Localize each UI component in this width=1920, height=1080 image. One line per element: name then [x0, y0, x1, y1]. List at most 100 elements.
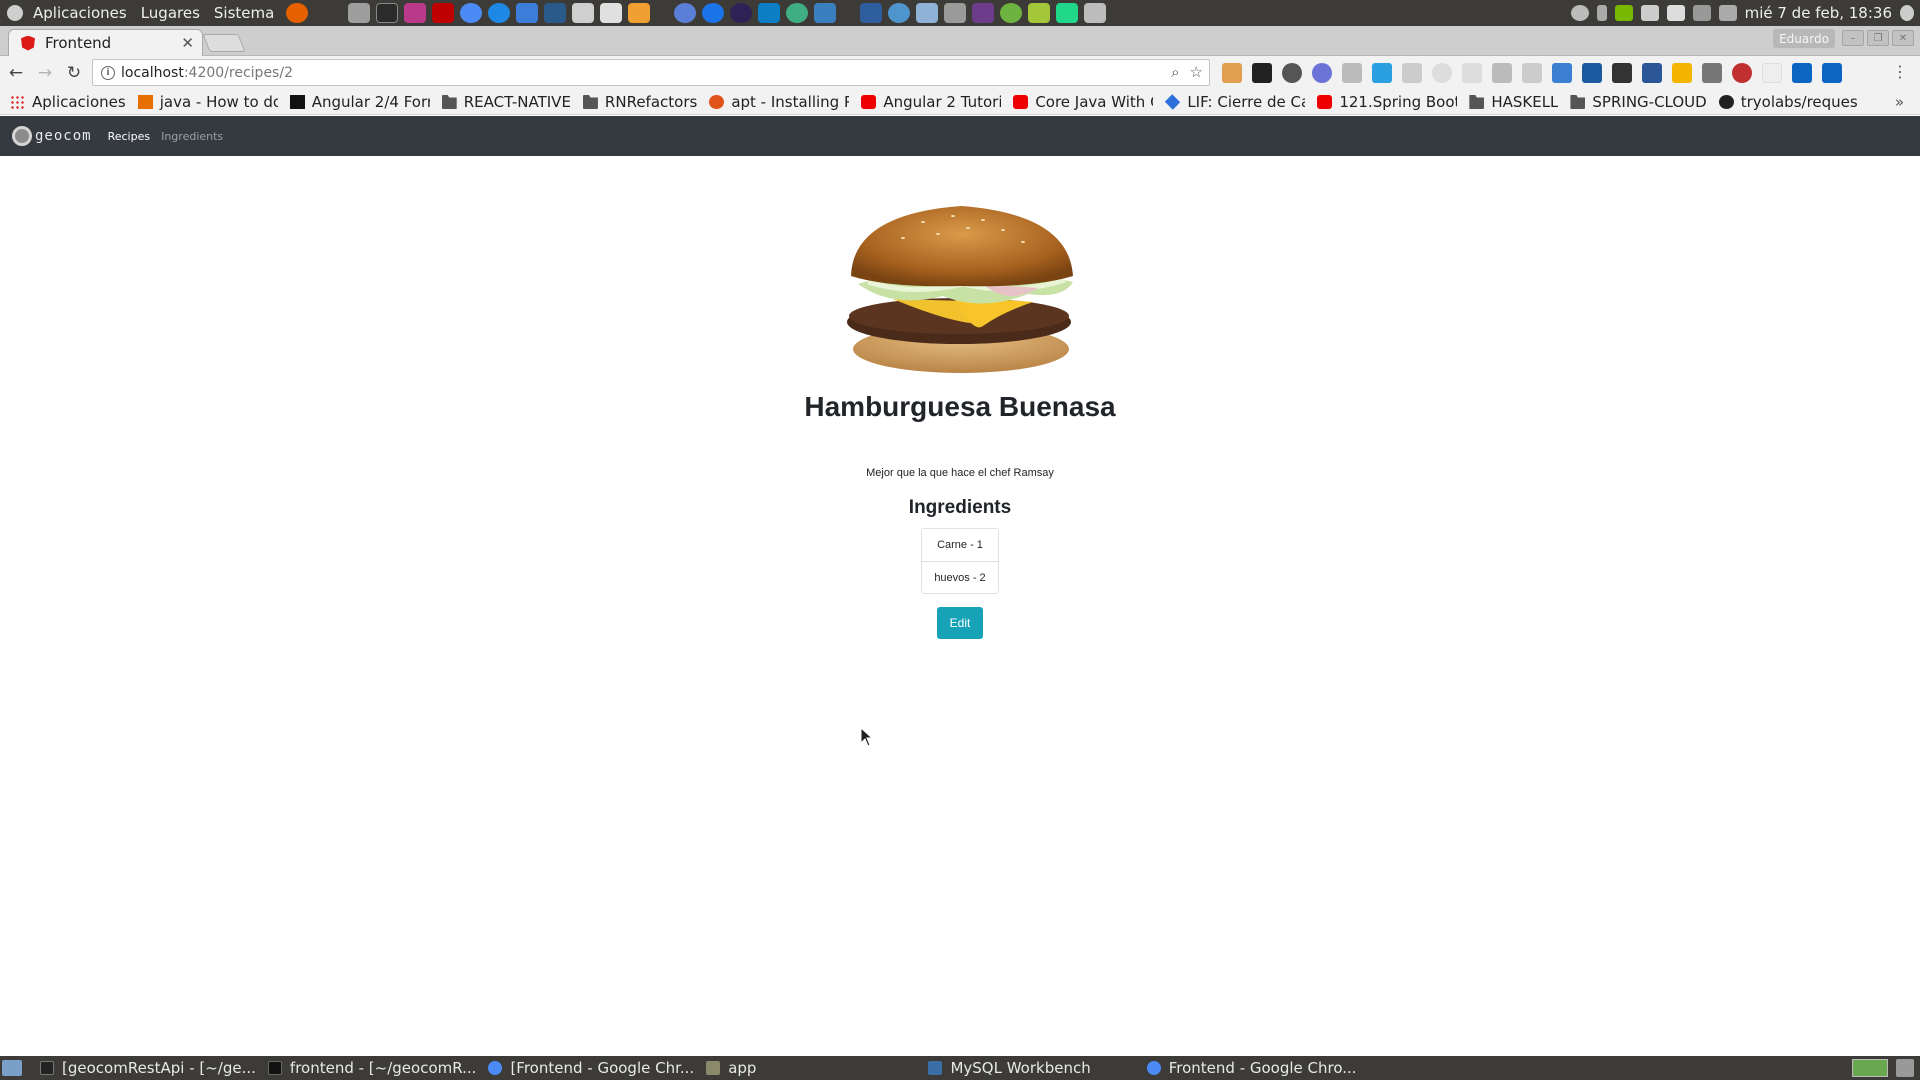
chrome-menu-icon[interactable]: ⋮ [1892, 62, 1908, 81]
pycharm-launcher-icon[interactable] [1056, 3, 1079, 23]
battery-icon[interactable] [1718, 5, 1737, 21]
taskbar-item[interactable]: frontend - [~/geocomR... [267, 1059, 476, 1077]
intellij-launcher-icon[interactable] [404, 3, 427, 23]
back-arrow-icon[interactable]: ← [3, 60, 29, 86]
extension-icon[interactable] [1222, 63, 1242, 83]
bookmark-item[interactable]: SPRING-CLOUD [1570, 93, 1707, 111]
menu-aplicaciones[interactable]: Aplicaciones [33, 4, 127, 22]
extension-icon[interactable] [1492, 63, 1512, 83]
extension-icon[interactable] [1522, 63, 1542, 83]
zoom-icon[interactable]: ⌕ [1171, 63, 1179, 81]
extension-icon[interactable] [1342, 63, 1362, 83]
network-launcher-icon[interactable] [916, 3, 939, 23]
phpstorm-launcher-icon[interactable] [972, 3, 995, 23]
screenshot-launcher-icon[interactable] [572, 3, 595, 23]
vscode-launcher-icon[interactable] [860, 3, 883, 23]
maximize-button[interactable]: ❐ [1867, 30, 1889, 46]
bookmark-item[interactable]: 121.Spring Boot [1317, 93, 1457, 111]
bookmark-item[interactable]: RNRefactors [582, 93, 697, 111]
extension-icon[interactable] [1582, 63, 1602, 83]
taskbar-item[interactable]: [Frontend - Google Chr... [488, 1059, 694, 1077]
wifi-icon[interactable] [1640, 5, 1659, 21]
forward-arrow-icon[interactable]: → [32, 60, 58, 86]
bookmark-item[interactable]: Aplicaciones [0, 93, 126, 111]
bookmark-item[interactable]: LIF: Cierre de Ca [1165, 93, 1305, 111]
workspace-switcher[interactable] [1852, 1059, 1888, 1077]
extension-icon[interactable] [1432, 63, 1452, 83]
android-launcher-icon[interactable] [1028, 3, 1051, 23]
monitor-launcher-icon[interactable] [814, 3, 837, 23]
eclipse-launcher-icon[interactable] [730, 3, 753, 23]
brand-logo[interactable]: geocom [12, 126, 92, 146]
nav-link-recipes[interactable]: Recipes [108, 130, 151, 143]
feather-launcher-icon[interactable] [944, 3, 967, 23]
extension-icon[interactable] [1402, 63, 1422, 83]
extension-icon[interactable] [1372, 63, 1392, 83]
bookmark-item[interactable]: REACT-NATIVE [441, 93, 571, 111]
reload-icon[interactable]: ↻ [61, 60, 87, 86]
menu-sistema[interactable]: Sistema [214, 4, 274, 22]
extension-icon[interactable] [1552, 63, 1572, 83]
screen-launcher-icon[interactable] [1084, 3, 1107, 23]
extension-icon[interactable] [1702, 63, 1722, 83]
settings-icon[interactable] [1666, 5, 1685, 21]
firefox-launcher-icon[interactable] [286, 3, 309, 23]
nav-link-ingredients[interactable]: Ingredients [161, 130, 223, 143]
extension-icon[interactable] [1672, 63, 1692, 83]
ubuntu-logo-icon[interactable] [7, 5, 23, 21]
bookmark-item[interactable]: Angular 2 Tutori [861, 93, 1001, 111]
extension-icon[interactable] [1612, 63, 1632, 83]
site-info-icon[interactable]: i [101, 65, 115, 80]
menu-lugares[interactable]: Lugares [141, 4, 200, 22]
bookmark-item[interactable]: java - How to do [137, 93, 278, 111]
profile-button[interactable]: Eduardo [1773, 29, 1835, 48]
extension-icon[interactable] [1462, 63, 1482, 83]
bluetooth-icon[interactable] [1596, 5, 1607, 21]
trash-icon[interactable] [1896, 1059, 1914, 1077]
bookmark-star-icon[interactable]: ☆ [1190, 63, 1203, 81]
volume-icon[interactable] [1692, 5, 1711, 21]
linkedin-icon[interactable] [1822, 63, 1842, 83]
show-desktop-icon[interactable] [2, 1060, 22, 1076]
extension-icon[interactable] [1732, 63, 1752, 83]
files-launcher-icon[interactable] [348, 3, 371, 23]
tab-close-icon[interactable]: ✕ [181, 34, 194, 52]
bookmark-item[interactable]: HASKELL [1469, 93, 1558, 111]
atom-launcher-icon[interactable] [786, 3, 809, 23]
clock[interactable]: mié 7 de feb, 18:36 [1745, 4, 1892, 22]
address-bar[interactable]: i localhost:4200/recipes/2 ⌕ ☆ [92, 59, 1210, 86]
extension-icon[interactable] [1642, 63, 1662, 83]
nvidia-icon[interactable] [1614, 5, 1633, 21]
cloud-launcher-icon[interactable] [674, 3, 697, 23]
extension-icon[interactable] [1312, 63, 1332, 83]
dbeaver-launcher-icon[interactable] [544, 3, 567, 23]
taskbar-item[interactable]: Frontend - Google Chro... [1146, 1059, 1357, 1077]
slack-launcher-icon[interactable] [516, 3, 539, 23]
teamviewer-launcher-icon[interactable] [702, 3, 725, 23]
new-tab-button[interactable] [202, 34, 246, 52]
bookmarks-overflow-icon[interactable]: » [1895, 93, 1904, 111]
bookmark-item[interactable]: Core Java With C [1013, 93, 1153, 111]
minimize-button[interactable]: – [1842, 30, 1864, 46]
taskbar-item[interactable]: [geocomRestApi - [~/ge... [40, 1059, 256, 1077]
power-icon[interactable] [1900, 5, 1914, 21]
chat-icon[interactable] [1570, 5, 1589, 21]
bookmark-item[interactable]: apt - Installing Pi [709, 93, 849, 111]
bookmark-item[interactable]: Angular 2/4 Forr [289, 93, 430, 111]
terminal-launcher-icon[interactable] [376, 3, 399, 23]
spring-launcher-icon[interactable] [1000, 3, 1023, 23]
edit-button[interactable]: Edit [937, 607, 983, 639]
linkedin-icon[interactable] [1792, 63, 1812, 83]
webstorm-launcher-icon[interactable] [758, 3, 781, 23]
filezilla-launcher-icon[interactable] [432, 3, 455, 23]
taskbar-item[interactable]: app [706, 1059, 756, 1077]
bookmark-item[interactable]: tryolabs/reques [1718, 93, 1858, 111]
extension-icon[interactable] [1252, 63, 1272, 83]
extension-icon[interactable] [1282, 63, 1302, 83]
tab-frontend[interactable]: Frontend ✕ [8, 29, 203, 56]
extension-icon[interactable] [1762, 63, 1782, 83]
close-window-button[interactable]: ✕ [1892, 30, 1914, 46]
sublime-launcher-icon[interactable] [628, 3, 651, 23]
internet-launcher-icon[interactable] [888, 3, 911, 23]
text-editor-launcher-icon[interactable] [600, 3, 623, 23]
